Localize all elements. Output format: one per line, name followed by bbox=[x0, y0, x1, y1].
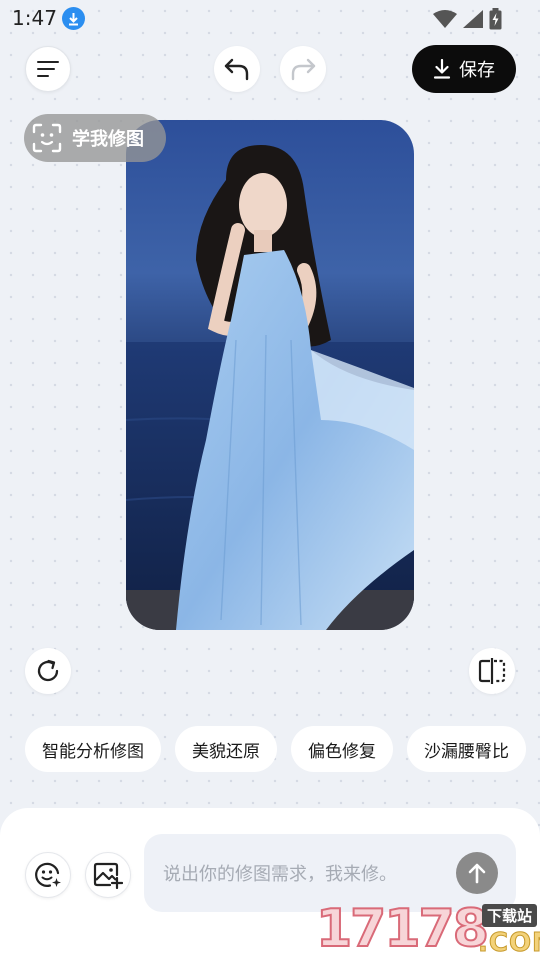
prompt-placeholder: 说出你的修图需求，我来修。 bbox=[163, 864, 397, 885]
undo-arrow-icon bbox=[224, 58, 249, 81]
status-bar: 1:47 bbox=[0, 0, 540, 36]
rotate-button[interactable] bbox=[25, 648, 71, 694]
face-scan-icon bbox=[32, 123, 62, 153]
battery-charging-icon bbox=[489, 8, 502, 30]
chip-color-fix[interactable]: 偏色修复 bbox=[291, 726, 393, 772]
cell-signal-icon bbox=[463, 10, 483, 28]
watermark-tag: 下载站 bbox=[482, 904, 538, 927]
save-label: 保存 bbox=[459, 60, 495, 81]
send-button[interactable] bbox=[456, 852, 498, 894]
site-watermark: 17178 下载站 .COM bbox=[315, 898, 540, 960]
compare-split-icon bbox=[478, 658, 506, 684]
face-sparkle-icon bbox=[35, 862, 61, 887]
learn-my-edit-button[interactable]: 学我修图 bbox=[24, 114, 166, 162]
compare-button[interactable] bbox=[469, 648, 515, 694]
chip-hourglass-ratio[interactable]: 沙漏腰臀比 bbox=[407, 726, 526, 772]
photo-canvas[interactable] bbox=[126, 120, 414, 630]
undo-button[interactable] bbox=[214, 46, 260, 92]
add-image-icon bbox=[93, 862, 123, 889]
wifi-icon bbox=[433, 10, 457, 28]
status-time: 1:47 bbox=[12, 6, 57, 30]
chip-beauty-restore[interactable]: 美貌还原 bbox=[175, 726, 277, 772]
add-image-button[interactable] bbox=[85, 852, 131, 898]
watermark-number: 17178 bbox=[315, 898, 490, 960]
rotate-icon bbox=[37, 659, 59, 682]
watermark-suffix: .COM bbox=[478, 928, 540, 959]
arrow-up-icon bbox=[468, 863, 486, 884]
download-arrow-icon bbox=[62, 7, 85, 30]
save-button[interactable]: 保存 bbox=[412, 45, 516, 93]
chip-smart-analysis[interactable]: 智能分析修图 bbox=[25, 726, 161, 772]
redo-arrow-icon bbox=[291, 58, 316, 81]
menu-lines-icon bbox=[37, 61, 59, 77]
redo-button[interactable] bbox=[280, 46, 326, 92]
face-edit-button[interactable] bbox=[25, 852, 71, 898]
suggestion-chips: 智能分析修图 美貌还原 偏色修复 沙漏腰臀比 bbox=[25, 726, 526, 772]
download-icon bbox=[433, 59, 451, 79]
learn-label: 学我修图 bbox=[72, 129, 144, 150]
menu-button[interactable] bbox=[25, 46, 71, 92]
